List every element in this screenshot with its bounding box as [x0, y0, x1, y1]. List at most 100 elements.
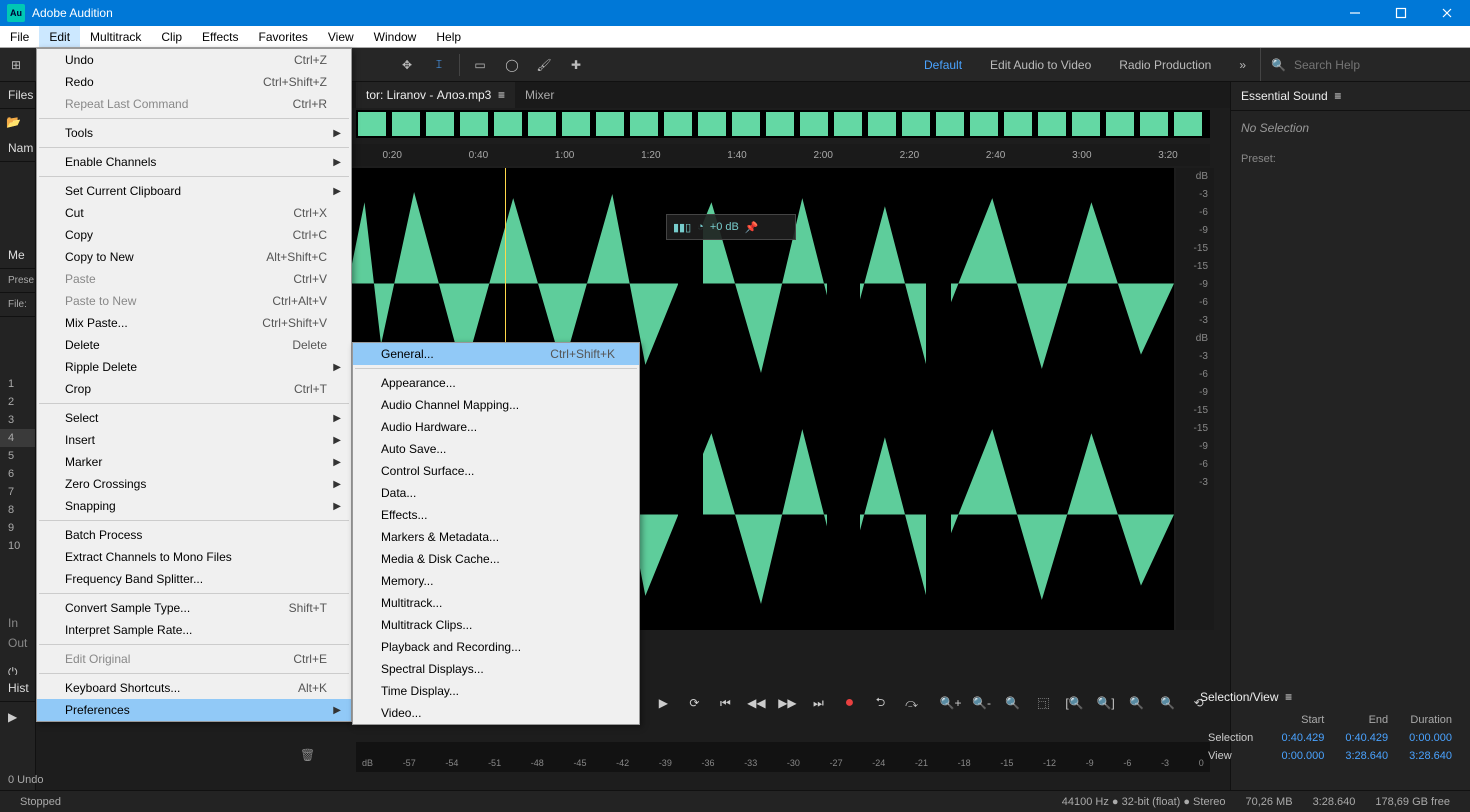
- editor-tab-file[interactable]: tor: Liranov - Алоэ.mp3 ≡: [356, 82, 515, 108]
- effect-slot-10[interactable]: 10: [0, 537, 35, 555]
- effect-slot-2[interactable]: 2: [0, 393, 35, 411]
- effect-slot-7[interactable]: 7: [0, 483, 35, 501]
- trash-icon[interactable]: 🗑: [300, 748, 315, 762]
- menu-item-batch-process[interactable]: Batch Process: [37, 524, 351, 546]
- zoom-out-time-icon[interactable]: 🔍]: [1094, 691, 1117, 715]
- menu-item-interpret-sample-rate[interactable]: Interpret Sample Rate...: [37, 619, 351, 641]
- mixer-tab[interactable]: Mixer: [515, 82, 564, 108]
- open-file-icon[interactable]: 📂: [0, 109, 35, 135]
- menu-item-marker[interactable]: Marker▶: [37, 451, 351, 473]
- menu-item-audio-hardware[interactable]: Audio Hardware...: [353, 416, 639, 438]
- menu-item-copy-to-new[interactable]: Copy to NewAlt+Shift+C: [37, 246, 351, 268]
- selection-view-title[interactable]: Selection/View ≡: [1200, 690, 1460, 710]
- skip-forward-button[interactable]: ⏭: [807, 691, 830, 715]
- menu-item-set-current-clipboard[interactable]: Set Current Clipboard▶: [37, 180, 351, 202]
- loop-button[interactable]: ⮌: [869, 691, 892, 715]
- sel-start[interactable]: 0:40.429: [1269, 730, 1331, 746]
- zoom-full-icon[interactable]: 🔍: [1001, 691, 1024, 715]
- menu-item-video[interactable]: Video...: [353, 702, 639, 724]
- zoom-out-icon[interactable]: 🔍: [1156, 691, 1179, 715]
- menu-item-playback-and-recording[interactable]: Playback and Recording...: [353, 636, 639, 658]
- skip-back-button[interactable]: ⏮: [714, 691, 737, 715]
- menu-item-snapping[interactable]: Snapping▶: [37, 495, 351, 517]
- sel-end[interactable]: 0:40.429: [1332, 730, 1394, 746]
- effect-slot-1[interactable]: 1: [0, 375, 35, 393]
- menu-item-select[interactable]: Select▶: [37, 407, 351, 429]
- close-button[interactable]: [1424, 0, 1470, 26]
- effect-slot-4[interactable]: 4: [0, 429, 35, 447]
- menu-item-insert[interactable]: Insert▶: [37, 429, 351, 451]
- view-end[interactable]: 3:28.640: [1332, 748, 1394, 764]
- time-selection-tool-icon[interactable]: 𝙸: [425, 51, 453, 79]
- zoom-in-amp-icon[interactable]: 🔍+: [939, 691, 962, 715]
- minimize-button[interactable]: [1332, 0, 1378, 26]
- media-panel[interactable]: Me: [0, 242, 35, 269]
- menu-item-cut[interactable]: CutCtrl+X: [37, 202, 351, 224]
- record-button[interactable]: ●: [838, 691, 861, 715]
- history-panel-tab[interactable]: Hist: [0, 675, 35, 702]
- menu-item-preferences[interactable]: Preferences▶: [37, 699, 351, 721]
- forward-button[interactable]: ▶▶: [776, 691, 799, 715]
- menu-item-zero-crossings[interactable]: Zero Crossings▶: [37, 473, 351, 495]
- menu-item-control-surface[interactable]: Control Surface...: [353, 460, 639, 482]
- menu-item-multitrack-clips[interactable]: Multitrack Clips...: [353, 614, 639, 636]
- menu-item-time-display[interactable]: Time Display...: [353, 680, 639, 702]
- workspace-default[interactable]: Default: [910, 58, 976, 72]
- menu-help[interactable]: Help: [426, 26, 471, 47]
- effect-slot-3[interactable]: 3: [0, 411, 35, 429]
- menu-item-memory[interactable]: Memory...: [353, 570, 639, 592]
- workspace-radio-production[interactable]: Radio Production: [1105, 58, 1225, 72]
- menu-item-multitrack[interactable]: Multitrack...: [353, 592, 639, 614]
- menu-item-copy[interactable]: CopyCtrl+C: [37, 224, 351, 246]
- play-button[interactable]: ▶: [652, 691, 675, 715]
- menu-item-auto-save[interactable]: Auto Save...: [353, 438, 639, 460]
- menu-item-tools[interactable]: Tools▶: [37, 122, 351, 144]
- skip-selection-button[interactable]: ⤼: [900, 691, 923, 715]
- maximize-button[interactable]: [1378, 0, 1424, 26]
- menu-favorites[interactable]: Favorites: [249, 26, 318, 47]
- workspace-edit-audio-video[interactable]: Edit Audio to Video: [976, 58, 1105, 72]
- zoom-in-time-icon[interactable]: [🔍: [1063, 691, 1086, 715]
- menu-view[interactable]: View: [318, 26, 364, 47]
- effect-slot-8[interactable]: 8: [0, 501, 35, 519]
- menu-item-data[interactable]: Data...: [353, 482, 639, 504]
- menu-item-enable-channels[interactable]: Enable Channels▶: [37, 151, 351, 173]
- files-panel-tab[interactable]: Files: [0, 82, 35, 109]
- zoom-selection-icon[interactable]: ⿹: [1032, 691, 1055, 715]
- menu-edit[interactable]: Edit: [39, 26, 80, 47]
- menu-multitrack[interactable]: Multitrack: [80, 26, 151, 47]
- zoom-in-icon[interactable]: 🔍: [1125, 691, 1148, 715]
- waveform-view-button[interactable]: ⊞: [2, 51, 30, 79]
- pause-loop-button[interactable]: ⟳: [683, 691, 706, 715]
- menu-window[interactable]: Window: [364, 26, 427, 47]
- menu-item-appearance[interactable]: Appearance...: [353, 372, 639, 394]
- rewind-button[interactable]: ◀◀: [745, 691, 768, 715]
- menu-effects[interactable]: Effects: [192, 26, 248, 47]
- move-tool-icon[interactable]: ✥: [393, 51, 421, 79]
- menu-item-redo[interactable]: RedoCtrl+Shift+Z: [37, 71, 351, 93]
- menu-item-effects[interactable]: Effects...: [353, 504, 639, 526]
- view-dur[interactable]: 3:28.640: [1396, 748, 1458, 764]
- zoom-out-amp-icon[interactable]: 🔍-: [970, 691, 993, 715]
- menu-item-ripple-delete[interactable]: Ripple Delete▶: [37, 356, 351, 378]
- hud-volume[interactable]: ▮▮▯ ◔ +0 dB 📌: [666, 214, 796, 240]
- brush-tool-icon[interactable]: 🖌: [530, 51, 558, 79]
- essential-sound-panel[interactable]: Essential Sound ≡: [1231, 82, 1470, 111]
- menu-item-frequency-band-splitter[interactable]: Frequency Band Splitter...: [37, 568, 351, 590]
- lasso-tool-icon[interactable]: ◯: [498, 51, 526, 79]
- menu-item-extract-channels-to-mono-files[interactable]: Extract Channels to Mono Files: [37, 546, 351, 568]
- menu-item-mix-paste[interactable]: Mix Paste...Ctrl+Shift+V: [37, 312, 351, 334]
- view-start[interactable]: 0:00.000: [1269, 748, 1331, 764]
- marquee-tool-icon[interactable]: ▭: [466, 51, 494, 79]
- search-input[interactable]: [1294, 58, 1444, 72]
- menu-item-convert-sample-type[interactable]: Convert Sample Type...Shift+T: [37, 597, 351, 619]
- menu-file[interactable]: File: [0, 26, 39, 47]
- heal-tool-icon[interactable]: ✚: [562, 51, 590, 79]
- menu-item-markers-metadata[interactable]: Markers & Metadata...: [353, 526, 639, 548]
- overview-waveform[interactable]: [356, 110, 1210, 138]
- menu-item-general[interactable]: General...Ctrl+Shift+K: [353, 343, 639, 365]
- effect-slot-9[interactable]: 9: [0, 519, 35, 537]
- menu-item-delete[interactable]: DeleteDelete: [37, 334, 351, 356]
- menu-item-crop[interactable]: CropCtrl+T: [37, 378, 351, 400]
- pin-icon[interactable]: 📌: [745, 221, 759, 234]
